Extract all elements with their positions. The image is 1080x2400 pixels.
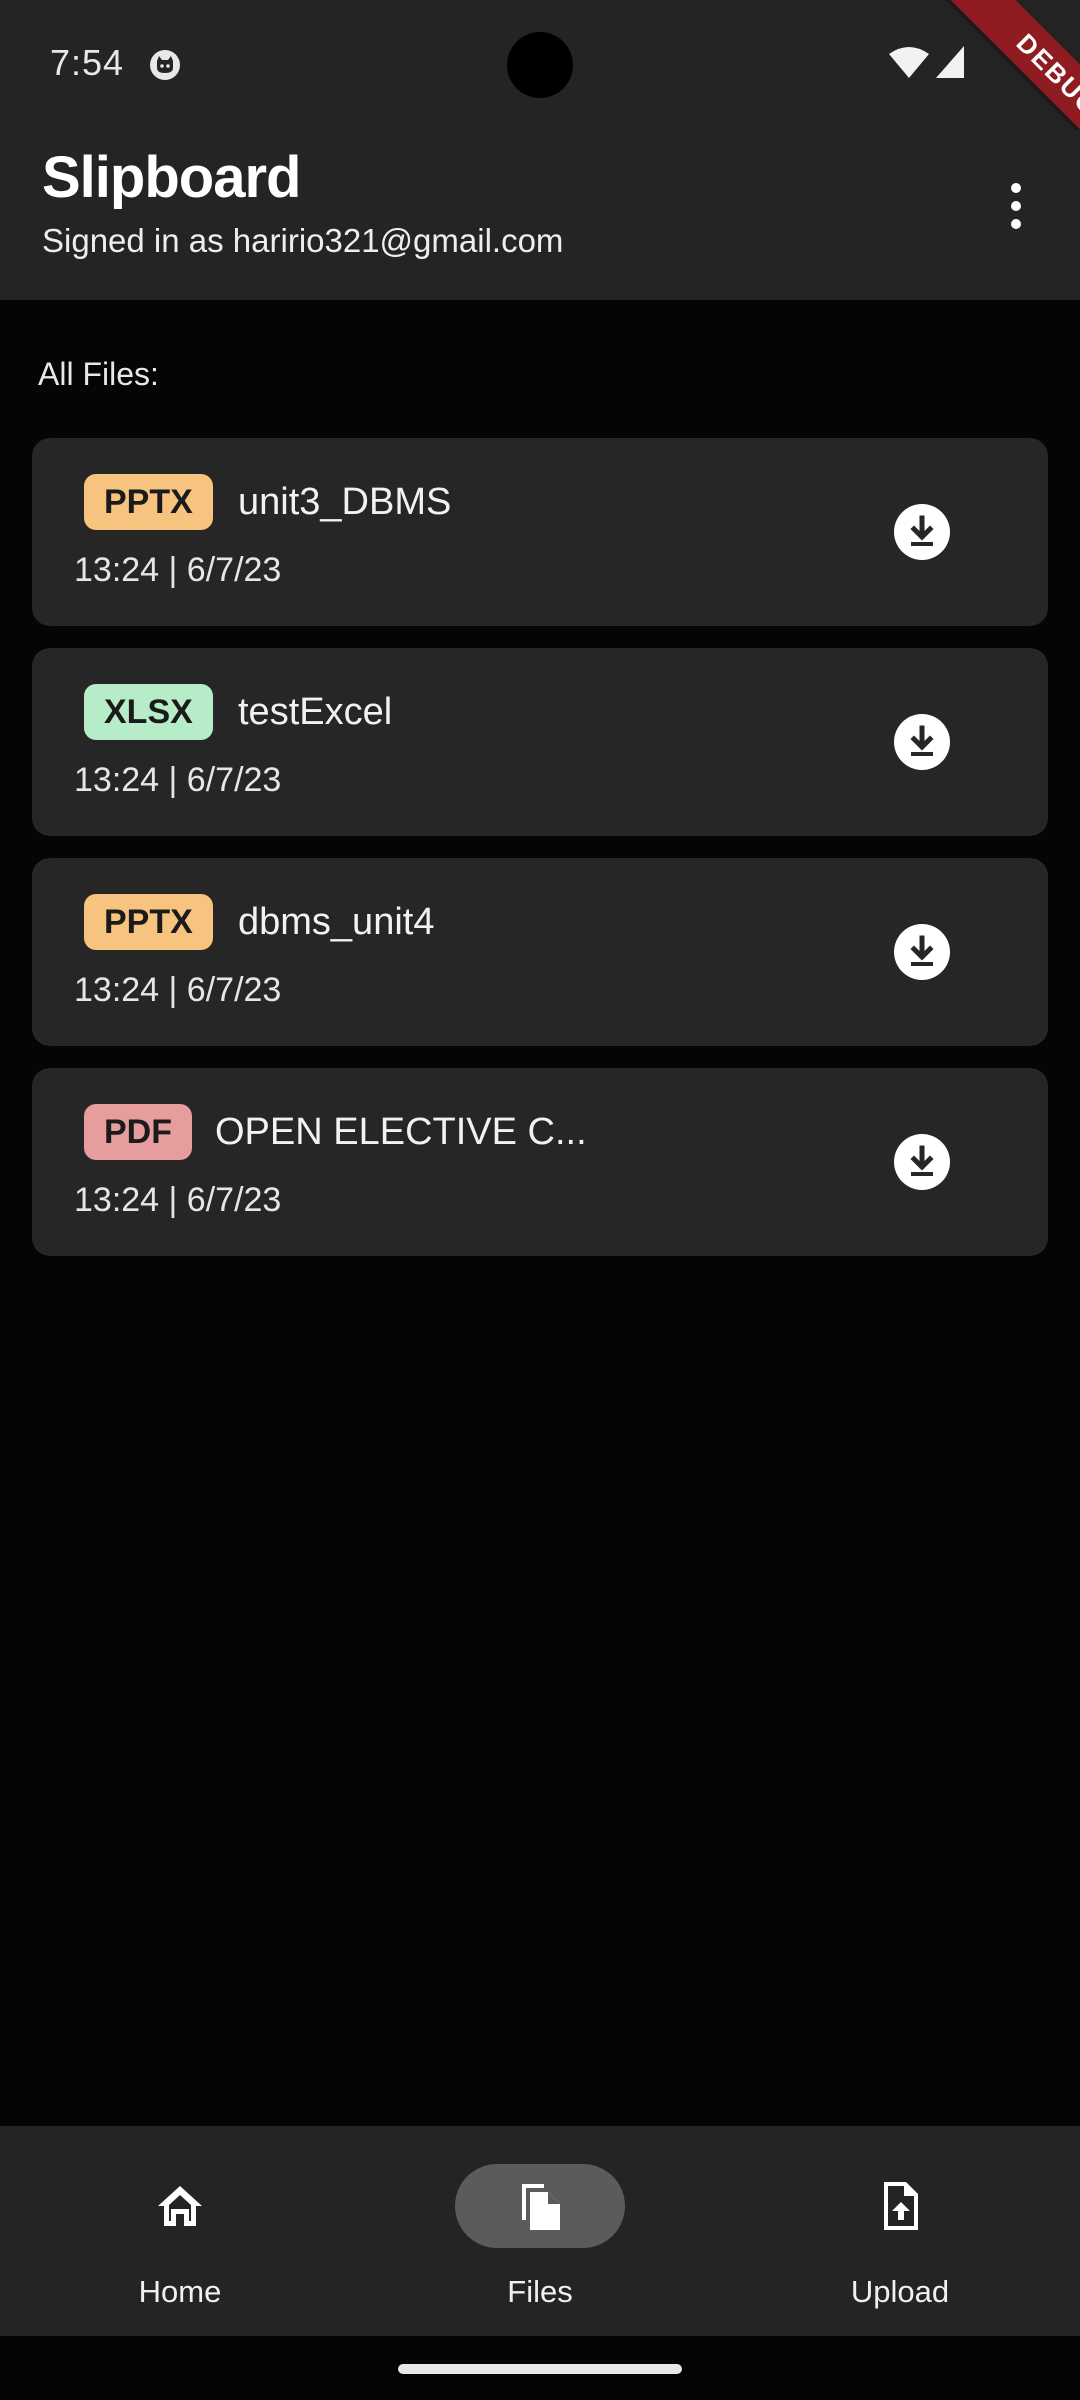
download-button[interactable] (894, 1134, 950, 1190)
file-card[interactable]: PPTX dbms_unit4 13:24 | 6/7/23 (32, 858, 1048, 1046)
camera-cutout (507, 32, 573, 98)
nav-item-files[interactable]: Files (360, 2126, 720, 2336)
download-icon (910, 1145, 934, 1176)
file-card[interactable]: XLSX testExcel 13:24 | 6/7/23 (32, 648, 1048, 836)
bottom-navigation: Home Files Upload (0, 2126, 1080, 2336)
file-timestamp: 13:24 | 6/7/23 (74, 1181, 282, 1219)
download-icon (910, 725, 934, 756)
download-button[interactable] (894, 504, 950, 560)
nav-label-upload: Upload (850, 2274, 950, 2309)
file-type-badge: PDF (84, 1104, 192, 1160)
wifi-icon (889, 47, 929, 78)
status-time: 7:54 (50, 42, 125, 83)
cellular-signal-icon (936, 46, 964, 78)
download-icon (910, 935, 934, 966)
home-icon (158, 2186, 202, 2226)
notification-app-icon (150, 50, 180, 80)
file-card[interactable]: PDF OPEN ELECTIVE C... 13:24 | 6/7/23 (32, 1068, 1048, 1256)
gesture-home-indicator[interactable] (398, 2364, 682, 2374)
file-timestamp: 13:24 | 6/7/23 (74, 551, 282, 589)
file-name: testExcel (238, 691, 393, 733)
download-button[interactable] (894, 714, 950, 770)
section-label: All Files: (38, 356, 159, 392)
file-type-badge: XLSX (84, 684, 213, 740)
nav-label-home: Home (138, 2274, 222, 2309)
file-type-badge: PPTX (84, 894, 213, 950)
files-icon (522, 2184, 560, 2230)
status-bar: 7:54 (0, 0, 1080, 130)
file-list: PPTX unit3_DBMS 13:24 | 6/7/23 XLSX test… (32, 438, 1048, 1278)
nav-label-files: Files (507, 2274, 573, 2309)
app-bar: Slipboard Signed in as haririo321@gmail.… (0, 130, 1080, 300)
file-type-badge: PPTX (84, 474, 213, 530)
download-button[interactable] (894, 924, 950, 980)
upload-file-icon (884, 2182, 918, 2230)
file-name: dbms_unit4 (238, 901, 435, 943)
nav-item-home[interactable]: Home (0, 2126, 360, 2336)
signed-in-label: Signed in as haririo321@gmail.com (42, 222, 564, 259)
file-name: unit3_DBMS (238, 481, 452, 523)
file-timestamp: 13:24 | 6/7/23 (74, 971, 282, 1009)
more-options-icon[interactable] (996, 176, 1036, 236)
file-name: OPEN ELECTIVE C... (215, 1111, 587, 1153)
file-card[interactable]: PPTX unit3_DBMS 13:24 | 6/7/23 (32, 438, 1048, 626)
files-screen: 7:54 DEBUG Slipboard Signed in as hariri… (0, 0, 1080, 2400)
app-title: Slipboard (42, 145, 301, 210)
download-icon (910, 515, 934, 546)
file-timestamp: 13:24 | 6/7/23 (74, 761, 282, 799)
nav-item-upload[interactable]: Upload (720, 2126, 1080, 2336)
